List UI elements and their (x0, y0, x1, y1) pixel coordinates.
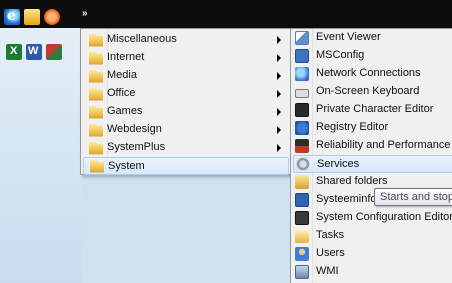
menu-item-tasks[interactable]: Tasks (293, 227, 452, 245)
menu-item-office[interactable]: Office (83, 85, 289, 103)
menu-item-private-character-editor[interactable]: Private Character Editor (293, 101, 452, 119)
submenu-arrow-icon (277, 36, 281, 44)
menu-item-users[interactable]: Users (293, 245, 452, 263)
menu-item-media[interactable]: Media (83, 67, 289, 85)
menu-item-on-screen-keyboard[interactable]: On-Screen Keyboard (293, 83, 452, 101)
menu-item-internet[interactable]: Internet (83, 49, 289, 67)
services-tooltip: Starts and stop (374, 188, 452, 206)
folder-icon (90, 159, 104, 173)
menu-item-reliability-performance[interactable]: Reliability and Performance (293, 137, 452, 155)
submenu-arrow-icon (277, 72, 281, 80)
folder-icon (89, 69, 103, 83)
overflow-chevron-button[interactable]: » (82, 8, 96, 20)
folder-icon (89, 51, 103, 65)
submenu-arrow-icon (277, 108, 281, 116)
reliability-icon (295, 139, 309, 153)
quick-launch-toolbar: » (0, 0, 452, 28)
menu-item-system-configuration-editor[interactable]: System Configuration Editor (293, 209, 452, 227)
folder-icon (89, 141, 103, 155)
menu-item-systemplus[interactable]: SystemPlus (83, 139, 289, 157)
users-icon (295, 247, 309, 261)
msconfig-icon (295, 49, 309, 63)
submenu-arrow-icon (277, 144, 281, 152)
submenu-arrow-icon (277, 90, 281, 98)
internet-explorer-icon[interactable] (4, 8, 20, 25)
menu-item-registry-editor[interactable]: Registry Editor (293, 119, 452, 137)
tasks-icon (295, 229, 309, 243)
menu-item-services[interactable]: Services (293, 155, 452, 173)
menu-item-miscellaneous[interactable]: Miscellaneous (83, 31, 289, 49)
folder-icon (89, 105, 103, 119)
system-info-icon (295, 193, 309, 207)
character-editor-icon (295, 103, 309, 117)
access-icon[interactable] (46, 44, 62, 60)
registry-editor-icon (295, 121, 309, 135)
submenu-arrow-icon (277, 54, 281, 62)
menu-item-webdesign[interactable]: Webdesign (83, 121, 289, 139)
keyboard-icon (295, 89, 309, 98)
folder-favorites-icon[interactable] (24, 9, 40, 25)
wmi-icon (295, 265, 309, 279)
programs-submenu: Miscellaneous Internet Media Office Game… (80, 28, 292, 175)
services-gear-icon (296, 157, 310, 171)
submenu-arrow-icon (277, 126, 281, 134)
folder-icon (89, 123, 103, 137)
config-editor-icon (295, 211, 309, 225)
network-connections-icon (295, 67, 309, 81)
folder-icon (89, 87, 103, 101)
event-viewer-icon (295, 31, 309, 45)
excel-icon[interactable] (6, 44, 22, 60)
desktop-background (0, 0, 82, 283)
menu-item-wmi[interactable]: WMI (293, 263, 452, 281)
system-submenu: Event Viewer MSConfig Network Connection… (290, 28, 452, 283)
folder-icon (89, 33, 103, 47)
menu-item-games[interactable]: Games (83, 103, 289, 121)
menu-item-event-viewer[interactable]: Event Viewer (293, 29, 452, 47)
menu-item-network-connections[interactable]: Network Connections (293, 65, 452, 83)
menu-item-msconfig[interactable]: MSConfig (293, 47, 452, 65)
media-player-icon[interactable] (44, 9, 60, 25)
word-icon[interactable] (26, 44, 42, 60)
menu-item-system[interactable]: System (83, 157, 289, 175)
shared-folders-icon (295, 175, 309, 189)
